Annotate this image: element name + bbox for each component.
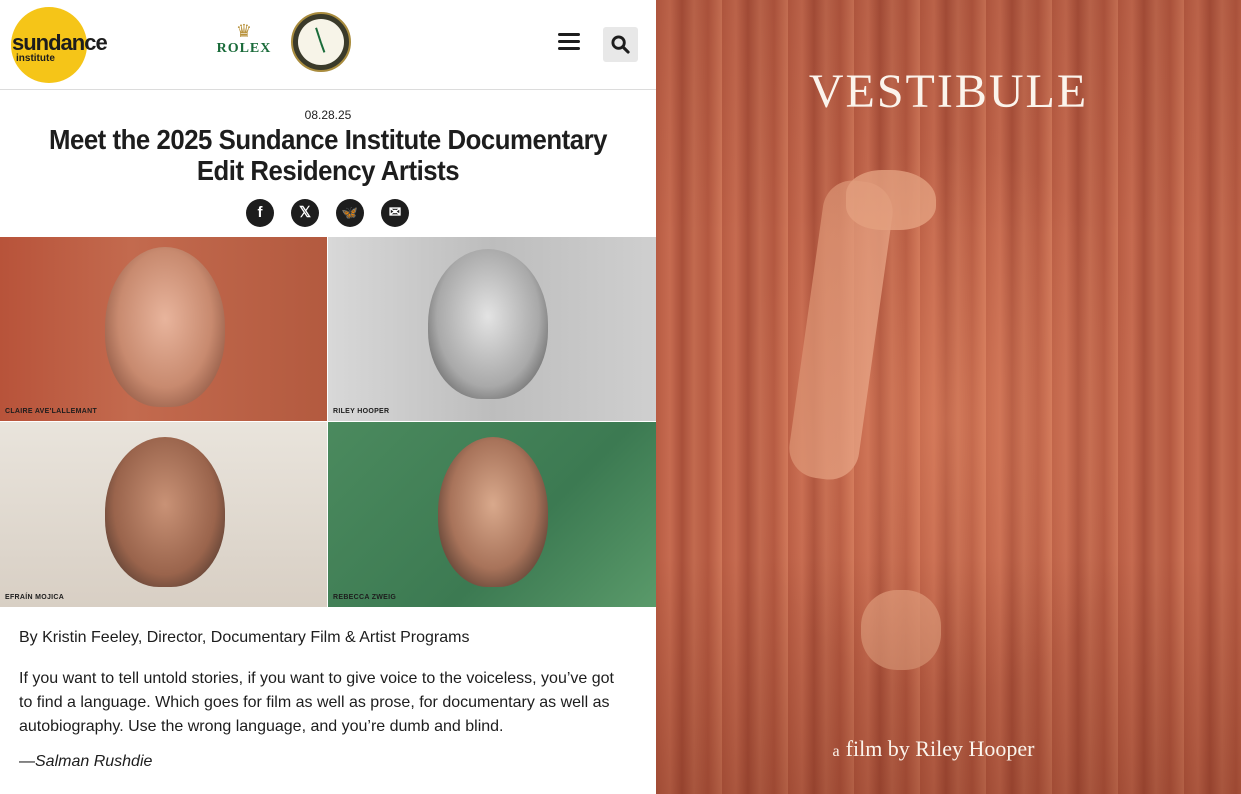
photo-caption: RILEY HOOPER bbox=[333, 408, 390, 415]
share-facebook-button[interactable]: f bbox=[246, 199, 274, 227]
logo-sub-text: institute bbox=[16, 53, 55, 64]
article-panel: sundance institute ♛ ROLEX 08.28.25 Meet… bbox=[0, 0, 656, 794]
photo-caption: REBECCA ZWEIG bbox=[333, 594, 397, 601]
rolex-sponsor-logo[interactable]: ♛ ROLEX bbox=[208, 22, 280, 62]
search-icon bbox=[611, 35, 630, 54]
search-button[interactable] bbox=[603, 27, 638, 62]
poster-credit-a: a bbox=[832, 743, 840, 760]
article-title: Meet the 2025 Sundance Institute Documen… bbox=[48, 124, 608, 186]
artist-photo: EFRAÍN MOJICA bbox=[0, 422, 327, 607]
share-email-button[interactable]: ✉ bbox=[381, 199, 409, 227]
sundance-logo[interactable]: sundance institute bbox=[11, 7, 108, 83]
photo-caption: CLAIRE AVE'LALLEMANT bbox=[5, 408, 98, 415]
quote-attribution: —Salman Rushdie bbox=[19, 753, 152, 771]
x-icon: 𝕏 bbox=[298, 204, 312, 221]
rolex-clock-icon[interactable] bbox=[291, 12, 351, 72]
attribution-name: Salman Rushdie bbox=[35, 753, 153, 770]
artist-photo: REBECCA ZWEIG bbox=[328, 422, 656, 607]
share-x-button[interactable]: 𝕏 bbox=[291, 199, 319, 227]
clock-face bbox=[298, 19, 344, 65]
article-date: 08.28.25 bbox=[304, 108, 352, 122]
poster-title: VESTIBULE bbox=[808, 65, 1089, 118]
site-header: sundance institute ♛ ROLEX bbox=[0, 0, 656, 90]
photo-caption: EFRAÍN MOJICA bbox=[5, 594, 65, 601]
clock-hand bbox=[320, 42, 326, 53]
article-quote: If you want to tell untold stories, if y… bbox=[19, 670, 614, 735]
share-bluesky-button[interactable]: 🦋 bbox=[336, 199, 364, 227]
artist-photo: CLAIRE AVE'LALLEMANT bbox=[0, 237, 327, 421]
attribution-dash: — bbox=[19, 753, 35, 770]
email-icon: ✉ bbox=[388, 204, 402, 221]
poster-credit: a film by Riley Hooper bbox=[656, 736, 1211, 762]
clock-hand bbox=[315, 27, 322, 44]
poster-credit-text: film by Riley Hooper bbox=[845, 736, 1035, 761]
film-poster: VESTIBULE a film by Riley Hooper bbox=[656, 0, 1241, 794]
facebook-icon: f bbox=[257, 204, 263, 221]
rolex-crown-icon: ♛ bbox=[235, 21, 253, 41]
artist-photo: RILEY HOOPER bbox=[328, 237, 656, 421]
bluesky-icon: 🦋 bbox=[341, 205, 359, 220]
article-byline: By Kristin Feeley, Director, Documentary… bbox=[19, 629, 470, 646]
rolex-wordmark: ROLEX bbox=[216, 41, 272, 56]
artist-photo-grid: CLAIRE AVE'LALLEMANT RILEY HOOPER EFRAÍN… bbox=[0, 237, 656, 607]
hamburger-menu-icon[interactable] bbox=[558, 33, 580, 55]
